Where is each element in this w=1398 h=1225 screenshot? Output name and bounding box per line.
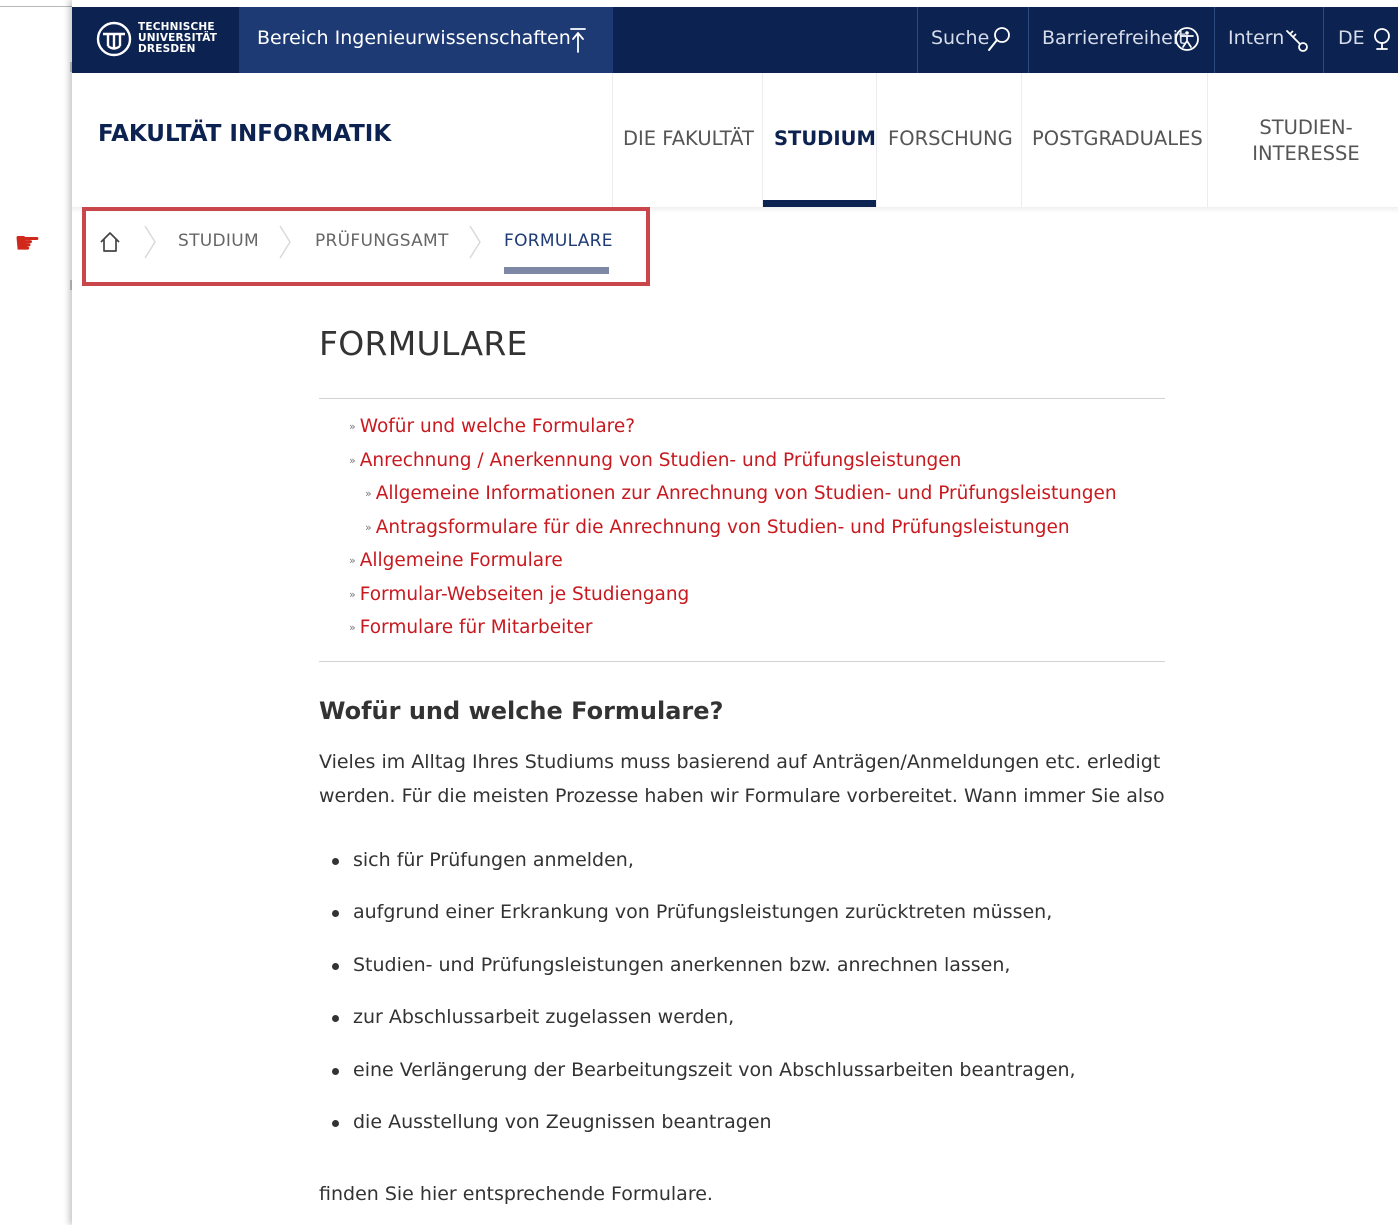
toc-link[interactable]: » Wofür und welche Formulare? <box>349 416 635 437</box>
list-item: Studien- und Prüfungsleistungen anerkenn… <box>353 954 1011 976</box>
nav-item-forschung[interactable]: FORSCHUNG <box>888 127 1013 150</box>
nav-item-studium[interactable]: STUDIUM <box>774 127 876 150</box>
toc-arrow-icon: » <box>349 420 356 433</box>
toc-link-label: Allgemeine Informationen zur Anrechnung … <box>375 483 1117 504</box>
up-arrow-icon <box>570 28 586 53</box>
search-icon[interactable] <box>986 25 1012 53</box>
nav-item-line: STUDIEN- <box>1259 116 1353 139</box>
intro-paragraph: Vieles im Alltag Ihres Studiums muss bas… <box>319 745 1165 813</box>
outro-paragraph: finden Sie hier entsprechende Formulare. <box>319 1183 713 1205</box>
bullet-dot <box>332 858 339 865</box>
web-page: TECHNISCHE UNIVERSITÄT DRESDEN Bereich I… <box>72 0 1398 1225</box>
breadcrumb-item-pruefungsamt[interactable]: PRÜFUNGSAMT <box>315 231 449 251</box>
toc-arrow-icon: » <box>349 454 356 467</box>
section-heading: Wofür und welche Formulare? <box>319 697 724 725</box>
bereich-label: Bereich Ingenieurwissenschaften <box>257 27 571 49</box>
toc-arrow-icon: » <box>365 487 372 500</box>
nav-divider <box>762 73 763 207</box>
intern-link[interactable]: Intern <box>1228 27 1284 49</box>
tud-logo-text[interactable]: TECHNISCHE UNIVERSITÄT DRESDEN <box>138 22 217 55</box>
toc-arrow-icon: » <box>349 588 356 601</box>
page-title: FORMULARE <box>319 324 528 363</box>
nav-divider <box>612 73 613 207</box>
language-switch[interactable]: DE <box>1338 27 1365 49</box>
breadcrumb-current-underline <box>504 267 609 274</box>
home-icon[interactable] <box>98 230 122 254</box>
breadcrumb-item-formulare[interactable]: FORMULARE <box>504 231 613 251</box>
breadcrumb-item-studium[interactable]: STUDIUM <box>178 231 259 251</box>
toc-link[interactable]: » Allgemeine Informationen zur Anrechnung… <box>365 483 1117 504</box>
browser-screenshot: ☛ TECHNISCHE UNIVERSITÄT DRESDEN Bereich… <box>0 0 1398 1225</box>
bullet-dot <box>332 1015 339 1022</box>
logo-line: DRESDEN <box>138 43 196 55</box>
intro-line: Vieles im Alltag Ihres Studiums muss bas… <box>319 751 1161 773</box>
divider <box>319 661 1165 662</box>
list-item: aufgrund einer Erkrankung von Prüfungsle… <box>353 901 1053 923</box>
intro-line: werden. Für die meisten Prozesse haben w… <box>319 785 1165 807</box>
divider <box>319 398 1165 399</box>
search-link[interactable]: Suche <box>931 27 989 49</box>
nav-active-indicator <box>763 200 876 207</box>
breadcrumb-chevron-icon <box>469 225 481 259</box>
toc-link-label: Formulare für Mitarbeiter <box>359 617 593 638</box>
nav-item-postgraduales[interactable]: POSTGRADUALES <box>1032 127 1203 150</box>
list-item: eine Verlängerung der Bearbeitungszeit v… <box>353 1059 1076 1081</box>
tud-logo-icon[interactable] <box>96 21 132 57</box>
toc-link[interactable]: » Formulare für Mitarbeiter <box>349 617 593 638</box>
list-item: die Ausstellung von Zeugnissen beantrage… <box>353 1111 772 1133</box>
list-item: zur Abschlussarbeit zugelassen werden, <box>353 1006 735 1028</box>
toc-link[interactable]: » Formular-Webseiten je Studiengang <box>349 584 689 605</box>
toc-link-label: Allgemeine Formulare <box>359 550 563 571</box>
topbar-divider <box>1323 7 1324 73</box>
bullet-dot <box>332 1120 339 1127</box>
toc-arrow-icon: » <box>349 621 356 634</box>
bullet-dot <box>332 963 339 970</box>
toc-link-label: Formular-Webseiten je Studiengang <box>359 584 690 605</box>
toc-link-label: Anrechnung / Anerkennung von Studien- un… <box>359 450 962 471</box>
nav-divider <box>876 73 877 207</box>
globe-icon[interactable] <box>1369 25 1395 53</box>
key-icon[interactable] <box>1284 25 1310 53</box>
toc-arrow-icon: » <box>349 554 356 567</box>
toc-arrow-icon: » <box>365 521 372 534</box>
toc-link[interactable]: » Allgemeine Formulare <box>349 550 563 571</box>
nav-item-line: INTERESSE <box>1252 142 1360 165</box>
toc-link[interactable]: » Antragsformulare für die Anrechnung von… <box>365 517 1070 538</box>
toc-link-label: Antragsformulare für die Anrechnung von … <box>375 517 1070 538</box>
accessibility-link[interactable]: Barrierefreiheit <box>1042 27 1186 49</box>
toc-link[interactable]: » Anrechnung / Anerkennung von Studien- u… <box>349 450 961 471</box>
nav-item-die-fakultaet[interactable]: DIE FAKULTÄT <box>623 127 754 150</box>
top-border-line <box>0 6 72 7</box>
topbar-divider <box>1214 7 1215 73</box>
topbar-divider <box>1028 7 1029 73</box>
bullet-dot <box>332 1068 339 1075</box>
pointing-hand-icon: ☛ <box>14 226 41 261</box>
accessibility-icon[interactable] <box>1174 25 1200 53</box>
breadcrumb-chevron-icon <box>279 225 291 259</box>
bereich-link[interactable]: Bereich Ingenieurwissenschaften <box>239 7 613 73</box>
list-item: sich für Prüfungen anmelden, <box>353 849 634 871</box>
nav-item-studieninteresse[interactable]: STUDIEN- INTERESSE <box>1208 115 1398 167</box>
bullet-dot <box>332 910 339 917</box>
topbar-divider <box>917 7 918 73</box>
toc-link-label: Wofür und welche Formulare? <box>359 416 636 437</box>
nav-divider <box>1021 73 1022 207</box>
top-bar: TECHNISCHE UNIVERSITÄT DRESDEN Bereich I… <box>72 7 1398 73</box>
breadcrumb-chevron-icon <box>144 225 156 259</box>
site-title[interactable]: FAKULTÄT INFORMATIK <box>98 121 391 147</box>
